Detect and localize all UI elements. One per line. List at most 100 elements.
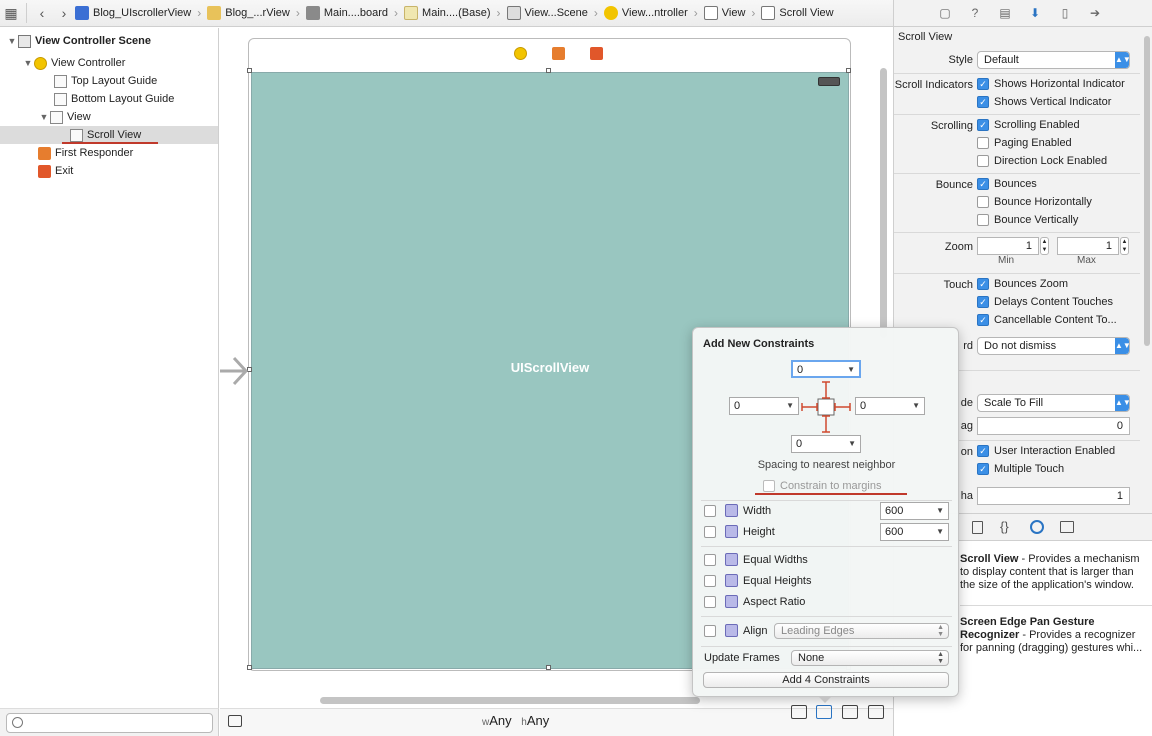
grid-icon[interactable]: ▦ <box>0 0 22 26</box>
outline-item-scene[interactable]: ▼ View Controller Scene <box>0 32 218 50</box>
identity-icon[interactable]: ▤ <box>996 4 1014 22</box>
help-icon[interactable]: ? <box>966 4 984 22</box>
align-popup[interactable]: Leading Edges ▲ ▼ <box>774 623 949 639</box>
vertical-scrollbar[interactable] <box>880 68 887 338</box>
first-responder-icon[interactable] <box>552 47 565 60</box>
tag-field[interactable]: 0 <box>977 417 1130 435</box>
size-class-selector[interactable]: wAny hAny <box>482 713 549 728</box>
size-icon[interactable]: ▯ <box>1056 4 1074 22</box>
bottom-spacing-field[interactable]: 0 ▼ <box>791 435 861 453</box>
constraint-struts-icon[interactable] <box>801 380 851 434</box>
stack-icon[interactable] <box>791 705 807 719</box>
dropdown-arrow-icon[interactable]: ▼ <box>936 524 944 540</box>
view-controller-icon[interactable] <box>514 47 527 60</box>
inspector-scrollbar[interactable] <box>1144 36 1150 346</box>
scroll-view-icon <box>70 128 83 142</box>
resolve-icon[interactable] <box>842 705 858 719</box>
outline-item-view-controller[interactable]: ▼ View Controller <box>0 54 218 72</box>
add-constraints-button[interactable]: Add 4 Constraints <box>703 672 949 688</box>
dropdown-arrow-icon[interactable]: ▼ <box>786 398 794 414</box>
resizing-icon[interactable] <box>868 705 884 719</box>
multiple-touch-checkbox[interactable]: ✓ Multiple Touch <box>977 463 1064 475</box>
toggle-outline-icon[interactable] <box>228 715 242 727</box>
breadcrumb-folder[interactable]: Blog_...rView › <box>207 6 306 20</box>
bounces-zoom-checkbox[interactable]: ✓ Bounces Zoom <box>977 278 1068 290</box>
update-frames-popup[interactable]: None ▲ ▼ <box>791 650 949 666</box>
pin-icon[interactable] <box>816 705 832 719</box>
equal-heights-checkbox[interactable]: Equal Heights <box>704 574 812 587</box>
shows-horizontal-indicator-checkbox[interactable]: ✓ Shows Horizontal Indicator <box>977 78 1125 90</box>
equal-widths-checkbox[interactable]: Equal Widths <box>704 553 808 566</box>
connections-icon[interactable]: ➔ <box>1086 4 1104 22</box>
bounce-horizontally-checkbox[interactable]: Bounce Horizontally <box>977 196 1092 208</box>
outline-item-view[interactable]: ▼ View <box>0 108 218 126</box>
width-value-field[interactable]: 600 ▼ <box>880 502 949 520</box>
code-snippet-icon[interactable]: {} <box>1000 519 1009 534</box>
attributes-icon[interactable]: ⬇ <box>1026 4 1044 22</box>
breadcrumb-storyboard[interactable]: Main....board › <box>305 6 404 20</box>
breadcrumb-scroll-view[interactable]: Scroll View <box>761 6 834 20</box>
scrolling-enabled-checkbox[interactable]: ✓ Scrolling Enabled <box>977 119 1080 131</box>
exit-icon[interactable] <box>590 47 603 60</box>
dropdown-arrow-icon[interactable]: ▼ <box>912 398 920 414</box>
zoom-max-stepper[interactable]: ▲ ▼ <box>1120 237 1129 255</box>
align-checkbox[interactable]: Align <box>704 624 767 637</box>
library-item-screen-edge-pan[interactable]: Screen Edge Pan Gesture Recognizer - Pro… <box>960 616 1146 655</box>
resize-handle[interactable] <box>546 68 551 73</box>
user-interaction-checkbox[interactable]: ✓ User Interaction Enabled <box>977 445 1115 457</box>
breadcrumb-controller[interactable]: View...ntroller › <box>603 6 704 20</box>
resize-handle[interactable] <box>247 665 252 670</box>
breadcrumb-project[interactable]: Blog_UIscrollerView › <box>75 6 207 20</box>
breadcrumb-scene[interactable]: View...Scene › <box>506 6 604 20</box>
mode-popup[interactable]: Scale To Fill ▲▼ <box>977 394 1130 412</box>
first-responder-icon <box>38 146 51 160</box>
horizontal-scrollbar[interactable] <box>320 697 700 704</box>
leading-spacing-field[interactable]: 0 ▼ <box>729 397 799 415</box>
outline-filter-input[interactable] <box>6 713 213 733</box>
library-item-scroll-view[interactable]: Scroll View - Provides a mechanism to di… <box>960 553 1146 592</box>
file-inspector-icon[interactable]: ▢ <box>936 4 954 22</box>
paging-enabled-checkbox[interactable]: Paging Enabled <box>977 137 1072 149</box>
breadcrumb-base[interactable]: Main....(Base) › <box>404 6 506 20</box>
dropdown-arrow-icon[interactable]: ▼ <box>847 362 855 378</box>
media-library-icon[interactable] <box>1060 521 1074 533</box>
back-arrow-icon[interactable]: ‹ <box>31 0 53 26</box>
popup-arrows-icon: ▲▼ <box>1115 52 1129 68</box>
height-value-field[interactable]: 600 ▼ <box>880 523 949 541</box>
bounce-vertically-checkbox[interactable]: Bounce Vertically <box>977 214 1078 226</box>
alpha-field[interactable]: 1 <box>977 487 1130 505</box>
disclosure-triangle-icon[interactable]: ▼ <box>6 36 18 46</box>
style-popup[interactable]: Default ▲▼ <box>977 51 1130 69</box>
aspect-ratio-checkbox[interactable]: Aspect Ratio <box>704 595 805 608</box>
cancellable-content-touches-checkbox[interactable]: ✓ Cancellable Content To... <box>977 314 1117 326</box>
breadcrumb-view[interactable]: View › <box>703 6 762 20</box>
resize-handle[interactable] <box>546 665 551 670</box>
width-checkbox[interactable]: Width <box>704 504 771 517</box>
dropdown-arrow-icon[interactable]: ▼ <box>936 503 944 519</box>
outline-item-top-layout-guide[interactable]: Top Layout Guide <box>0 72 218 90</box>
bounces-checkbox[interactable]: ✓ Bounces <box>977 178 1037 190</box>
height-checkbox[interactable]: Height <box>704 525 775 538</box>
outline-item-exit[interactable]: Exit <box>0 162 218 180</box>
zoom-min-stepper[interactable]: ▲ ▼ <box>1040 237 1049 255</box>
direction-lock-checkbox[interactable]: Direction Lock Enabled <box>977 155 1107 167</box>
layout-guide-icon <box>54 74 67 88</box>
disclosure-triangle-icon[interactable]: ▼ <box>38 112 50 122</box>
disclosure-triangle-icon[interactable]: ▼ <box>22 58 34 68</box>
top-spacing-field[interactable]: 0 ▼ <box>791 360 861 378</box>
object-library-icon[interactable] <box>1030 520 1044 534</box>
resize-handle[interactable] <box>247 68 252 73</box>
zoom-max-field[interactable]: 1 <box>1057 237 1119 255</box>
zoom-min-field[interactable]: 1 <box>977 237 1039 255</box>
delays-content-touches-checkbox[interactable]: ✓ Delays Content Touches <box>977 296 1113 308</box>
shows-vertical-indicator-checkbox[interactable]: ✓ Shows Vertical Indicator <box>977 96 1111 108</box>
resize-handle[interactable] <box>846 68 851 73</box>
trailing-spacing-field[interactable]: 0 ▼ <box>855 397 925 415</box>
constrain-to-margins-checkbox[interactable]: Constrain to margins <box>763 480 882 492</box>
outline-item-bottom-layout-guide[interactable]: Bottom Layout Guide <box>0 90 218 108</box>
forward-arrow-icon[interactable]: › <box>53 0 75 26</box>
file-template-icon[interactable] <box>972 521 983 534</box>
keyboard-popup[interactable]: Do not dismiss ▲▼ <box>977 337 1130 355</box>
outline-item-first-responder[interactable]: First Responder <box>0 144 218 162</box>
dropdown-arrow-icon[interactable]: ▼ <box>848 436 856 452</box>
